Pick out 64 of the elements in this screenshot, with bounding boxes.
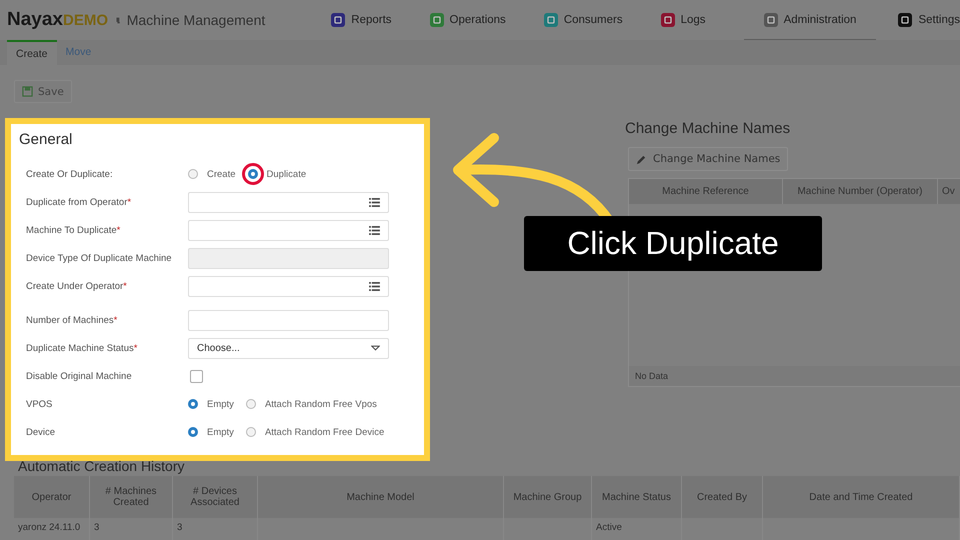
radio-button[interactable]: [246, 399, 256, 409]
nav-tab[interactable]: Consumers: [544, 0, 623, 38]
option-label: Create: [207, 168, 236, 180]
column-header: Machine Reference: [629, 179, 783, 204]
pencil-icon: [636, 154, 647, 164]
sub-tab[interactable]: Create: [7, 40, 57, 65]
field-label: Device Type Of Duplicate Machine: [26, 252, 173, 264]
list-icon: [369, 282, 380, 290]
radio-button[interactable]: [188, 427, 198, 437]
lookup-field[interactable]: [188, 276, 389, 296]
list-icon: [369, 226, 380, 234]
option-label: Duplicate: [266, 168, 306, 180]
nav-tab[interactable]: Operations: [430, 0, 506, 38]
radio-button[interactable]: [188, 399, 198, 409]
column-header: # Devices Associated: [173, 476, 258, 518]
section-title: Automatic Creation History: [17, 458, 186, 476]
nav-tab[interactable]: Logs: [660, 0, 706, 38]
field-label: VPOS: [26, 398, 54, 410]
option-label: Attach Random Free Vpos: [264, 398, 377, 410]
option-label: Empty: [207, 426, 234, 438]
field-label: Duplicate from Operator*: [26, 196, 132, 208]
field-label: Number of Machines*: [26, 314, 118, 326]
callout-label: Click Duplicate: [524, 216, 822, 271]
field-label: Disable Original Machine: [26, 370, 133, 382]
radio-button[interactable]: [248, 169, 258, 179]
field-label: Duplicate Machine Status*: [26, 342, 138, 354]
radio-button[interactable]: [246, 427, 256, 437]
checkbox[interactable]: [190, 370, 203, 382]
section-title: General: [18, 130, 74, 150]
nav-tab[interactable]: Reports: [331, 0, 392, 38]
number-field[interactable]: [188, 310, 389, 330]
list-icon: [369, 198, 380, 206]
table-cell: 3: [177, 522, 182, 533]
column-header: Machine Status: [592, 476, 682, 518]
lookup-field[interactable]: [188, 192, 389, 212]
caret-icon: [371, 345, 380, 351]
nav-tab[interactable]: Settings: [898, 0, 960, 38]
section-title: Change Machine Names: [625, 120, 792, 137]
field-label: Device: [26, 426, 56, 438]
column-header: Date and Time Created: [763, 476, 960, 518]
column-header: Ov: [941, 185, 956, 199]
radio-button[interactable]: [188, 169, 198, 179]
column-header: Created By: [682, 476, 763, 518]
lookup-field[interactable]: [188, 220, 389, 240]
empty-message: No Data: [635, 371, 668, 381]
change-names-button[interactable]: Change Machine Names: [628, 147, 788, 171]
column-header: Operator: [14, 476, 90, 518]
nayax-logo: NayaxDEMO: [7, 9, 108, 31]
table-cell: 3: [94, 522, 100, 533]
save-icon: [22, 86, 33, 97]
save-button[interactable]: Save: [14, 80, 72, 103]
status-dropdown[interactable]: Choose...: [188, 338, 389, 358]
option-label: Empty: [207, 398, 234, 410]
page-title: Machine Management: [126, 12, 266, 28]
column-header: Machine Group: [504, 476, 592, 518]
field-label: Create Or Duplicate:: [26, 168, 114, 180]
table-cell: Active: [596, 522, 622, 533]
column-header: # Machines Created: [90, 476, 173, 518]
option-label: Attach Random Free Device: [264, 426, 384, 438]
column-header: Machine Number (Operator): [783, 179, 938, 204]
field-label: Create Under Operator*: [26, 280, 128, 292]
table-cell: yaronz 24.11.0: [18, 522, 80, 533]
field-label: Machine To Duplicate*: [26, 224, 122, 236]
column-header: Machine Model: [258, 476, 504, 518]
